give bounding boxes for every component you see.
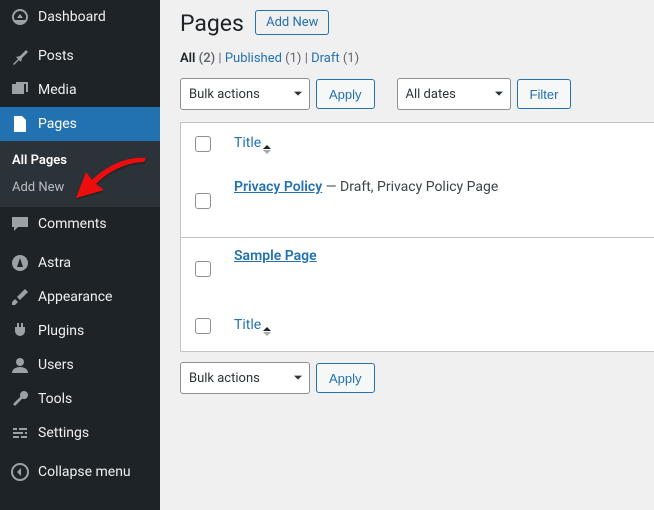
sidebar-item-plugins[interactable]: Plugins (0, 314, 160, 348)
sliders-icon (10, 423, 30, 443)
sidebar-item-pages[interactable]: Pages (0, 107, 160, 141)
page-title: Pages (180, 10, 244, 37)
add-new-button[interactable]: Add New (255, 10, 329, 35)
pages-icon (10, 114, 30, 134)
sidebar-item-label: Media (38, 82, 77, 98)
table-row: Privacy Policy — Draft, Privacy Policy P… (181, 169, 654, 237)
comment-icon (10, 214, 30, 234)
sidebar-item-label: Posts (38, 48, 74, 64)
sidebar-item-label: Pages (38, 116, 77, 132)
sidebar-item-collapse[interactable]: Collapse menu (0, 455, 160, 489)
sidebar-item-appearance[interactable]: Appearance (0, 280, 160, 314)
row-checkbox[interactable] (195, 193, 211, 209)
main-content: Pages Add New All (2) | Published (1) | … (160, 0, 654, 510)
plug-icon (10, 321, 30, 341)
sidebar-submenu-pages: All Pages Add New (0, 141, 160, 207)
select-all-checkbox-bottom[interactable] (195, 318, 211, 334)
user-icon (10, 355, 30, 375)
bottom-controls: Bulk actions Apply (180, 362, 654, 394)
sidebar-item-media[interactable]: Media (0, 73, 160, 107)
sidebar-item-comments[interactable]: Comments (0, 207, 160, 241)
submenu-add-new[interactable]: Add New (0, 174, 160, 201)
view-draft[interactable]: Draft (1) (311, 51, 359, 66)
row-title-link[interactable]: Privacy Policy (234, 179, 322, 195)
view-filters: All (2) | Published (1) | Draft (1) (180, 51, 654, 66)
sidebar-item-label: Comments (38, 216, 107, 232)
sidebar-item-dashboard[interactable]: Dashboard (0, 0, 160, 34)
view-published[interactable]: Published (1) (225, 51, 302, 66)
apply-bulk-button[interactable]: Apply (316, 79, 375, 109)
sidebar-item-astra[interactable]: Astra (0, 246, 160, 280)
sidebar-item-label: Users (38, 357, 74, 373)
submenu-all-pages[interactable]: All Pages (0, 147, 160, 174)
media-icon (10, 80, 30, 100)
admin-sidebar: Dashboard Posts Media Pages All Pages Ad… (0, 0, 160, 510)
sidebar-item-label: Plugins (38, 323, 84, 339)
sidebar-item-posts[interactable]: Posts (0, 39, 160, 73)
sidebar-item-label: Settings (38, 425, 89, 441)
bulk-actions-select-bottom[interactable]: Bulk actions (180, 362, 310, 394)
sidebar-item-tools[interactable]: Tools (0, 382, 160, 416)
date-filter-select[interactable]: All dates (397, 78, 511, 110)
select-all-checkbox[interactable] (195, 136, 211, 152)
pin-icon (10, 46, 30, 66)
column-title-footer[interactable]: Title (224, 305, 654, 352)
pages-table: Title Privacy Policy — Draft, Privacy Po… (180, 122, 654, 352)
sidebar-item-label: Collapse menu (38, 464, 131, 480)
gauge-icon (10, 7, 30, 27)
sidebar-item-label: Dashboard (38, 9, 106, 25)
table-row: Sample Page (181, 237, 654, 305)
astra-icon (10, 253, 30, 273)
sidebar-item-settings[interactable]: Settings (0, 416, 160, 450)
brush-icon (10, 287, 30, 307)
apply-bulk-button-bottom[interactable]: Apply (316, 363, 375, 393)
sidebar-item-label: Appearance (38, 289, 112, 305)
sidebar-item-users[interactable]: Users (0, 348, 160, 382)
sidebar-item-label: Tools (38, 391, 72, 407)
bulk-actions-select[interactable]: Bulk actions (180, 78, 310, 110)
row-checkbox[interactable] (195, 261, 211, 277)
row-state: — Draft, Privacy Policy Page (322, 179, 498, 195)
sidebar-item-label: Astra (38, 255, 71, 271)
top-controls: Bulk actions Apply All dates Filter (180, 78, 654, 110)
view-all[interactable]: All (2) (180, 51, 215, 66)
filter-button[interactable]: Filter (517, 79, 572, 109)
row-title-link[interactable]: Sample Page (234, 248, 317, 264)
wrench-icon (10, 389, 30, 409)
column-title-header[interactable]: Title (224, 123, 654, 170)
collapse-icon (10, 462, 30, 482)
